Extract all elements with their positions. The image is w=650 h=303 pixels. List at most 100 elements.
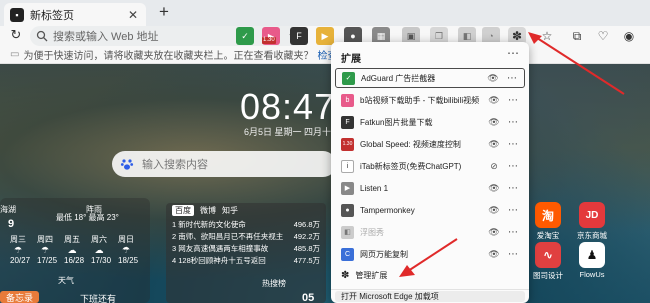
extension-item[interactable]: ● Tampermonkey 👁 ⋯ [335, 200, 525, 220]
eye-icon[interactable]: 👁 [487, 139, 501, 150]
collections-icon[interactable]: ⧉ [568, 27, 586, 45]
extension-name: b站视频下载助手 - 下载bilibili视频 [360, 95, 480, 105]
adguard-ext-icon[interactable]: ✓ [236, 27, 254, 45]
eye-icon[interactable]: 👁 [487, 95, 501, 106]
fatkun-icon: F [341, 115, 354, 129]
date: 6月5日 星期一 四月十八 [244, 127, 341, 137]
gear-icon: ✽ [341, 269, 350, 281]
favorites-icon[interactable]: ☆ [538, 27, 556, 45]
cloud-rain-icon: ☂ [121, 245, 131, 255]
time-snippet: 05 [302, 292, 315, 303]
search-icon [36, 30, 48, 42]
weather-range: 最低 18° 最高 23° [56, 213, 119, 222]
page-search-placeholder: 输入搜索内容 [142, 159, 208, 171]
global-speed-icon: 1.30 [341, 137, 354, 151]
weather-city: 海湖 [0, 205, 16, 214]
toolbar: ↻ 搜索或输入 Web 地址 ▯▯ ☆ ✓ ▶ 1.30 F ▶ ● ▦ ▣ ❐… [0, 26, 650, 46]
eye-off-icon[interactable]: ⊘ [487, 161, 501, 172]
hot-tab-baidu[interactable]: 百度 [172, 205, 194, 216]
listen1-icon: ▶ [341, 181, 354, 195]
weather-label: 天气 [58, 276, 74, 285]
adguard-icon: ✓ [342, 71, 355, 85]
profile-avatar-icon[interactable]: ◉ [620, 27, 638, 45]
favorites-bar: ▭ 为便于快速访问，请将收藏夹放在收藏夹栏上。正在查看收藏夹？ 检查个人资料 [0, 46, 650, 64]
more-options-icon[interactable]: ⋯ [507, 205, 519, 216]
extension-item[interactable]: i iTab新标签页(免费ChatGPT) ⊘ ⋯ [335, 156, 525, 176]
new-tab-button[interactable]: + [154, 3, 174, 23]
listen-ext-icon[interactable]: ▶ [316, 27, 334, 45]
flowus-icon: ♟ [579, 242, 605, 268]
clock: 08:47 [240, 86, 336, 127]
hot-search-label: 热搜榜 [262, 279, 286, 288]
hot-item[interactable]: 4 128秒回顾神舟十五号返回 477.5万 [172, 255, 320, 267]
offwork-label: 下班还有 [80, 294, 117, 303]
forecast-day: 周五 ☁ 16/28 [64, 235, 85, 265]
forecast-day: 周日 ☂ 18/25 [118, 235, 139, 265]
extension-item[interactable]: F Fatkun图片批量下载 👁 ⋯ [335, 112, 525, 132]
more-options-icon[interactable]: ⋯ [507, 117, 519, 128]
app-jd[interactable]: JD 京东商城 [572, 202, 612, 241]
app-tusi[interactable]: ∿ 图司设计 [528, 242, 568, 281]
tab-strip: ▪ 新标签页 ✕ + [0, 0, 650, 26]
baidu-paw-icon [120, 159, 134, 170]
forecast-day: 周六 ☁ 17/30 [91, 235, 112, 265]
bilibili-icon: b [341, 93, 354, 107]
extension-name: Global Speed: 视频速度控制 [360, 139, 461, 149]
reload-icon[interactable]: ↻ [8, 27, 24, 43]
eye-icon[interactable]: 👁 [487, 205, 501, 216]
hot-item[interactable]: 3 网友高速偶遇两车相撞事故 485.8万 [172, 243, 320, 255]
more-options-icon[interactable]: ⋯ [507, 95, 519, 106]
more-options-icon[interactable]: ⋯ [507, 46, 519, 60]
extension-name: 网页万能复制 [360, 249, 408, 259]
hot-tab-weibo[interactable]: 微博 [200, 205, 216, 216]
more-options-icon[interactable]: ⋯ [506, 73, 518, 84]
extensions-title: 扩展 [341, 54, 361, 65]
eye-icon[interactable]: 👁 [487, 249, 501, 260]
page-favicon-icon: ▪ [10, 7, 24, 22]
eye-icon[interactable]: 👁 [487, 183, 501, 194]
more-options-icon[interactable]: ⋯ [507, 249, 519, 260]
extension-item[interactable]: C 网页万能复制 👁 ⋯ [335, 244, 525, 264]
extension-item[interactable]: ✓ AdGuard 广告拦截器 👁 ⋯ [335, 68, 525, 88]
app-taobao[interactable]: 淘 爱淘宝 [528, 202, 568, 241]
extension-item[interactable]: ▶ Listen 1 👁 ⋯ [335, 178, 525, 198]
forecast-day: 周三 ☂ 20/27 [10, 235, 31, 265]
heart-icon[interactable]: ♡ [594, 27, 612, 45]
eye-icon[interactable]: 👁 [487, 117, 501, 128]
hot-item[interactable]: 1 新时代新的文化使命 496.8万 [172, 219, 320, 231]
close-icon[interactable]: ✕ [126, 8, 140, 22]
more-options-icon[interactable]: ⋯ [507, 161, 519, 172]
jd-icon: JD [579, 202, 605, 228]
extension-name: AdGuard 广告拦截器 [361, 73, 436, 83]
extension-item[interactable]: b b站视频下载助手 - 下载bilibili视频 👁 ⋯ [335, 90, 525, 110]
eye-icon[interactable]: 👁 [487, 227, 501, 238]
tab-new-tab[interactable]: ▪ 新标签页 ✕ [4, 3, 146, 26]
memo-widget[interactable]: 备忘录 [0, 291, 40, 303]
extension-name: 浮图秀 [360, 227, 384, 237]
fatkun-ext-icon[interactable]: F [290, 27, 308, 45]
extension-name: Tampermonkey [360, 205, 415, 215]
extensions-panel: 扩展 ⋯ ✓ AdGuard 广告拦截器 👁 ⋯ b b站视频下载助手 - 下载… [331, 42, 529, 303]
manage-extensions[interactable]: ✽ 管理扩展 [335, 266, 525, 284]
cloud-icon: ☁ [94, 245, 104, 255]
page-search-box[interactable]: 输入搜索内容 [112, 151, 336, 177]
hot-item[interactable]: 2 南师、欲阳昌月已不再任夹视主 492.2万 [172, 231, 320, 243]
more-options-icon[interactable]: ⋯ [507, 183, 519, 194]
eye-icon[interactable]: 👁 [486, 73, 500, 84]
tusi-icon: ∿ [535, 242, 561, 268]
app-flowus[interactable]: ♟ FlowUs [572, 242, 612, 279]
more-options-icon[interactable]: ⋯ [507, 139, 519, 150]
folder-icon: ▭ [10, 49, 20, 60]
favorites-hint: 为便于快速访问，请将收藏夹放在收藏夹栏上。正在查看收藏夹？ [23, 51, 314, 62]
extension-item[interactable]: 1.30 Global Speed: 视频速度控制 👁 ⋯ [335, 134, 525, 154]
futuxiu-icon: ◧ [341, 225, 354, 239]
copy-icon: C [341, 247, 354, 261]
tampermonkey-icon: ● [341, 203, 354, 217]
open-edge-addons[interactable]: 打开 Microsoft Edge 加载项 [335, 291, 525, 302]
extension-item[interactable]: ◧ 浮图秀 👁 ⋯ [335, 222, 525, 242]
extension-name: Listen 1 [360, 183, 389, 193]
extension-name: Fatkun图片批量下载 [360, 117, 433, 127]
weather-widget[interactable]: 海湖 阵雨 最低 18° 最高 23° 9 周三 ☂ 20/27 周四 ☂ 17/25 … [0, 198, 150, 303]
more-options-icon[interactable]: ⋯ [507, 227, 519, 238]
hot-tab-zhihu[interactable]: 知乎 [222, 205, 238, 216]
